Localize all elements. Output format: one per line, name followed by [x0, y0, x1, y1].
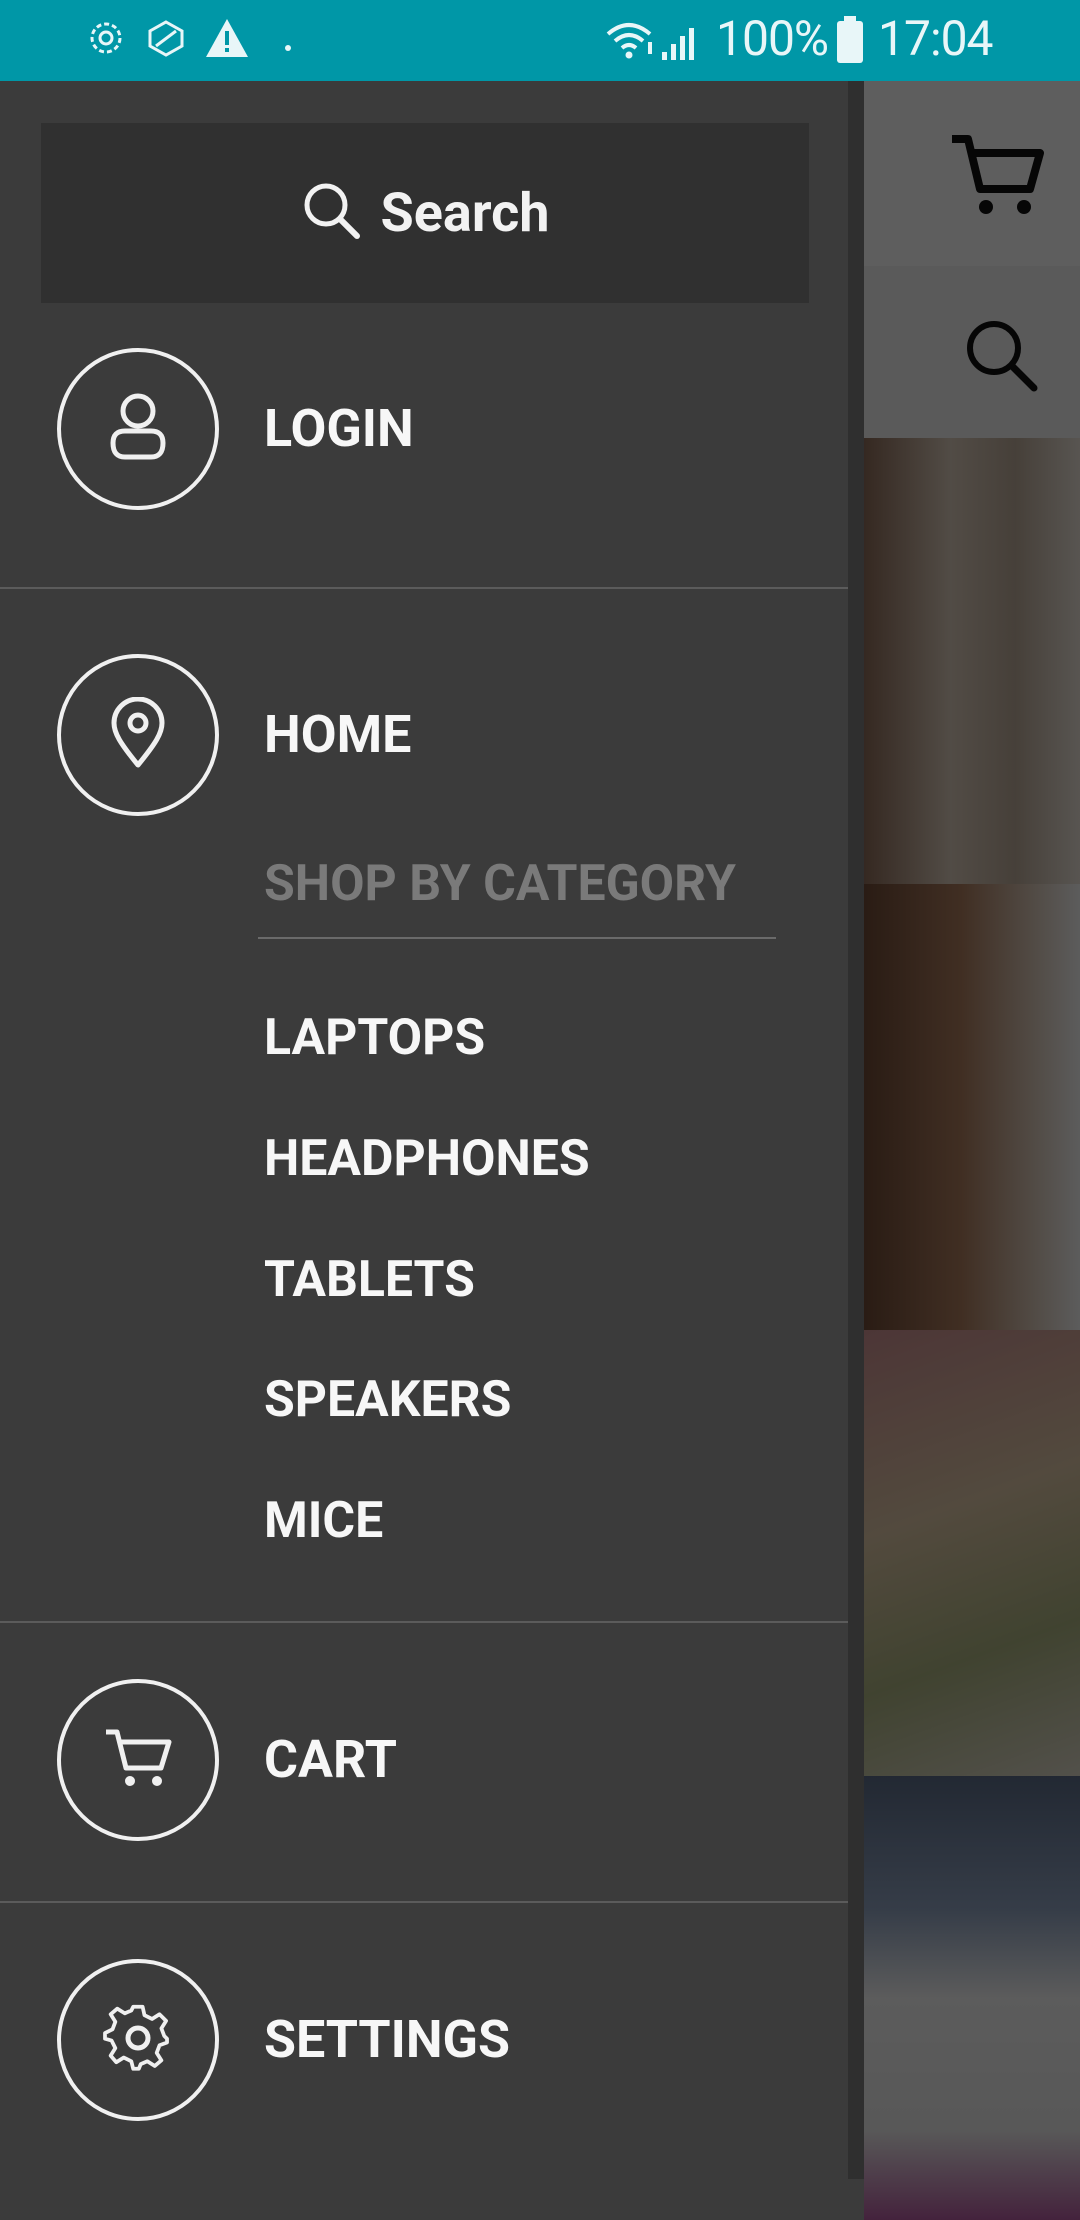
scrim-overlay[interactable] [864, 81, 1080, 2220]
dot-icon [284, 37, 292, 56]
battery-percentage: 100% [716, 10, 829, 67]
divider [0, 1901, 862, 1903]
category-speakers[interactable]: SPEAKERS [264, 1371, 511, 1429]
divider [0, 1621, 862, 1623]
drawer-edge [848, 81, 864, 2179]
cart-label: CART [264, 1729, 397, 1790]
menu-item-login[interactable]: LOGIN [0, 348, 848, 548]
status-bar: 100% 17:04 [0, 0, 1080, 81]
battery-icon [836, 16, 864, 68]
settings-gear-icon [86, 18, 126, 62]
category-divider [258, 937, 776, 939]
category-headphones[interactable]: HEADPHONES [264, 1130, 590, 1188]
search-icon [301, 180, 363, 246]
location-pin-icon [110, 696, 166, 773]
category-mice[interactable]: MICE [264, 1492, 383, 1550]
wifi-icon [604, 20, 654, 64]
login-label: LOGIN [264, 398, 414, 459]
gear-icon [103, 2003, 173, 2077]
menu-item-settings[interactable]: SETTINGS [0, 1959, 848, 2129]
home-label: HOME [264, 704, 412, 765]
signal-icon [660, 20, 702, 66]
category-laptops[interactable]: LAPTOPS [264, 1009, 485, 1067]
navigation-drawer: Search LOGIN HOME SHOP BY CATEGORY LAPTO… [0, 81, 864, 2220]
divider [0, 587, 862, 589]
warning-icon [204, 16, 250, 64]
settings-icon-circle [57, 1959, 219, 2121]
menu-item-home[interactable]: HOME [0, 654, 848, 824]
login-icon-circle [57, 348, 219, 510]
category-tablets[interactable]: TABLETS [264, 1251, 475, 1309]
clock: 17:04 [878, 10, 994, 67]
search-label: Search [380, 181, 550, 245]
category-header: SHOP BY CATEGORY [264, 855, 736, 913]
cart-icon-circle [57, 1679, 219, 1841]
drawer-search-button[interactable]: Search [41, 123, 809, 303]
user-icon [107, 391, 169, 467]
home-icon-circle [57, 654, 219, 816]
menu-item-cart[interactable]: CART [0, 1679, 848, 1849]
box-icon [146, 18, 186, 62]
cart-icon [103, 1726, 173, 1794]
settings-label: SETTINGS [264, 2009, 510, 2070]
